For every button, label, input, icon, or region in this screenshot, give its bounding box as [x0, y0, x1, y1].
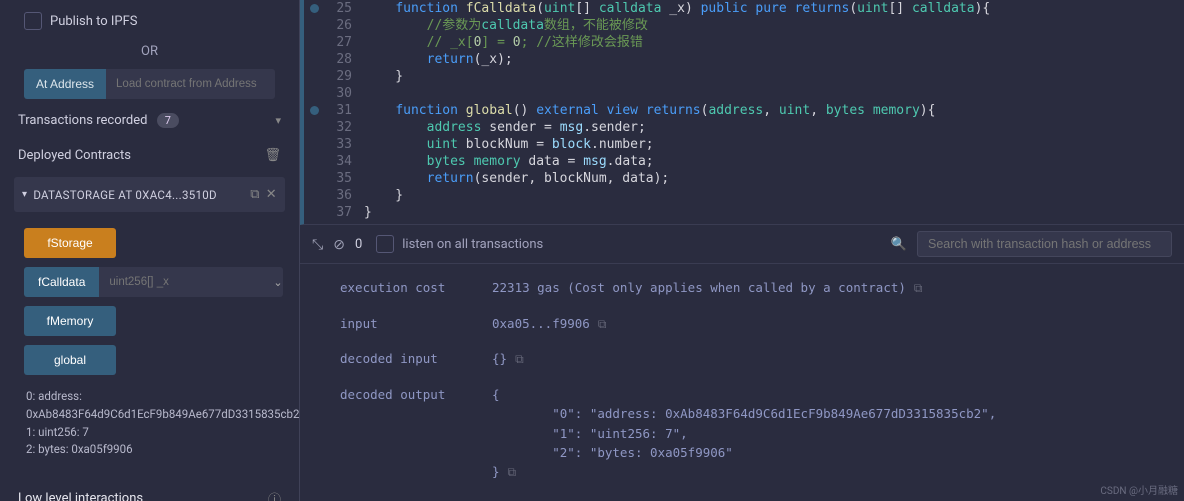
copy-icon[interactable]: ⧉	[914, 281, 923, 295]
contract-instance-header[interactable]: ▾ DATASTORAGE AT 0XAC4...3510D ⧉ ✕	[14, 177, 285, 212]
transactions-recorded-row[interactable]: Transactions recorded 7 ▾	[14, 107, 285, 134]
execution-cost-row: execution cost 22313 gas (Cost only appl…	[340, 278, 1154, 298]
contract-address-input[interactable]	[106, 69, 275, 99]
decoded-output-label: decoded output	[340, 385, 470, 404]
fcalldata-expand-button[interactable]: ⌄	[273, 267, 282, 297]
clear-icon[interactable]: ⊘	[333, 236, 345, 253]
decoded-input-label: decoded input	[340, 349, 470, 368]
decoded-output-value: { "0": "address: 0xAb8483F64d9C6d1EcF9b8…	[492, 387, 996, 480]
decoded-output-row: decoded output { "0": "address: 0xAb8483…	[340, 385, 1154, 482]
global-button[interactable]: global	[24, 345, 116, 375]
sidebar: Publish to IPFS OR At Address Transactio…	[0, 0, 300, 501]
pending-count: 0	[355, 237, 362, 252]
result-line-1: 1: uint256: 7	[26, 424, 273, 442]
close-icon[interactable]: ✕	[266, 187, 277, 202]
copy-icon[interactable]: ⧉	[515, 352, 524, 366]
search-icon[interactable]: 🔍	[891, 237, 907, 252]
result-line-0: 0: address: 0xAb8483F64d9C6d1EcF9b849Ae6…	[26, 388, 273, 424]
contract-instance-name: DATASTORAGE AT 0XAC4...3510D	[33, 188, 217, 202]
decoded-input-row: decoded input {} ⧉	[340, 349, 1154, 369]
caret-down-icon: ▾	[22, 189, 27, 200]
console-toolbar: ⤡ ⊘ 0 listen on all transactions 🔍	[300, 225, 1184, 264]
input-label: input	[340, 314, 470, 333]
main-panel: 25262728293031323334353637 function fCal…	[300, 0, 1184, 501]
listen-all-checkbox[interactable]	[376, 235, 394, 253]
publish-ipfs-row: Publish to IPFS	[14, 8, 285, 34]
copy-icon[interactable]: ⧉	[508, 465, 517, 479]
result-line-2: 2: bytes: 0xa05f9906	[26, 441, 273, 459]
transactions-recorded-label: Transactions recorded	[18, 113, 147, 128]
chevron-down-icon: ▾	[275, 114, 281, 127]
low-level-interactions-row[interactable]: Low level interactions ⓘ	[14, 479, 285, 501]
publish-ipfs-checkbox[interactable]	[24, 12, 42, 30]
execution-cost-value: 22313 gas (Cost only applies when called…	[492, 280, 906, 295]
line-gutter: 25262728293031323334353637	[304, 0, 362, 224]
input-value: 0xa05...f9906	[492, 316, 590, 331]
contract-functions: fStorage fCalldata ⌄ fMemory global 0: a…	[14, 220, 285, 471]
copy-icon[interactable]: ⧉	[598, 317, 607, 331]
trash-icon[interactable]: 🗑	[264, 148, 281, 163]
collapse-all-icon[interactable]: ⤡	[312, 236, 323, 253]
terminal-output: execution cost 22313 gas (Cost only appl…	[300, 264, 1184, 501]
fcalldata-input[interactable]	[99, 267, 273, 297]
input-row: input 0xa05...f9906 ⧉	[340, 314, 1154, 334]
code-area[interactable]: function fCalldata(uint[] calldata _x) p…	[362, 0, 1184, 224]
code-editor[interactable]: 25262728293031323334353637 function fCal…	[300, 0, 1184, 225]
transactions-count-badge: 7	[157, 113, 179, 128]
fstorage-button[interactable]: fStorage	[24, 228, 116, 258]
info-icon[interactable]: ⓘ	[268, 489, 281, 501]
publish-ipfs-label: Publish to IPFS	[50, 14, 138, 29]
execution-cost-label: execution cost	[340, 278, 470, 297]
decoded-input-value: {}	[492, 351, 507, 366]
fmemory-button[interactable]: fMemory	[24, 306, 116, 336]
listen-all-label: listen on all transactions	[402, 237, 543, 252]
or-divider: OR	[14, 42, 285, 61]
low-level-label: Low level interactions	[18, 491, 143, 501]
transaction-search-input[interactable]	[917, 231, 1172, 257]
copy-icon[interactable]: ⧉	[250, 187, 260, 202]
at-address-button[interactable]: At Address	[24, 69, 106, 99]
deployed-contracts-row: Deployed Contracts 🗑	[14, 142, 285, 169]
at-address-row: At Address	[14, 69, 285, 99]
fcalldata-button[interactable]: fCalldata	[24, 267, 99, 297]
deployed-contracts-label: Deployed Contracts	[18, 148, 131, 163]
watermark: CSDN @小月融糖	[1100, 482, 1178, 497]
global-result: 0: address: 0xAb8483F64d9C6d1EcF9b849Ae6…	[24, 384, 275, 463]
